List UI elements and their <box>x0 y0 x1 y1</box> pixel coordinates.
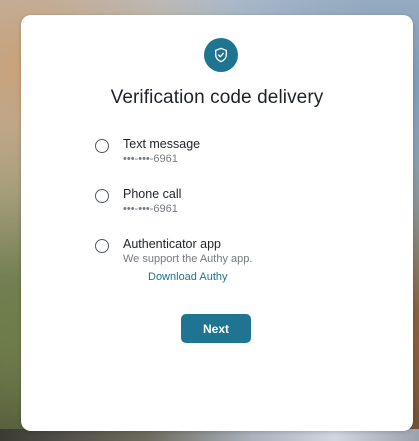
download-authy-link[interactable]: Download Authy <box>123 269 228 285</box>
radio-text-message[interactable] <box>95 139 109 153</box>
option-phone-call-text: Phone call •••-•••-6961 <box>123 186 181 217</box>
masked-phone-number: •••-•••-6961 <box>123 203 178 215</box>
page-title: Verification code delivery <box>110 87 324 108</box>
option-label: Authenticator app <box>123 237 221 251</box>
verification-dialog: Verification code delivery Text message … <box>21 15 413 431</box>
option-text-message-text: Text message •••-•••-6961 <box>123 136 200 167</box>
radio-phone-call[interactable] <box>95 189 109 203</box>
shield-check-icon <box>204 38 238 72</box>
authy-support-note: We support the Authy app. <box>123 253 253 265</box>
next-button[interactable]: Next <box>181 314 251 343</box>
option-label: Phone call <box>123 187 182 201</box>
option-label: Text message <box>123 137 201 151</box>
masked-phone-number: •••-•••-6961 <box>123 153 178 165</box>
option-authenticator-app-text: Authenticator app We support the Authy a… <box>123 236 252 285</box>
radio-authenticator-app[interactable] <box>95 239 109 253</box>
